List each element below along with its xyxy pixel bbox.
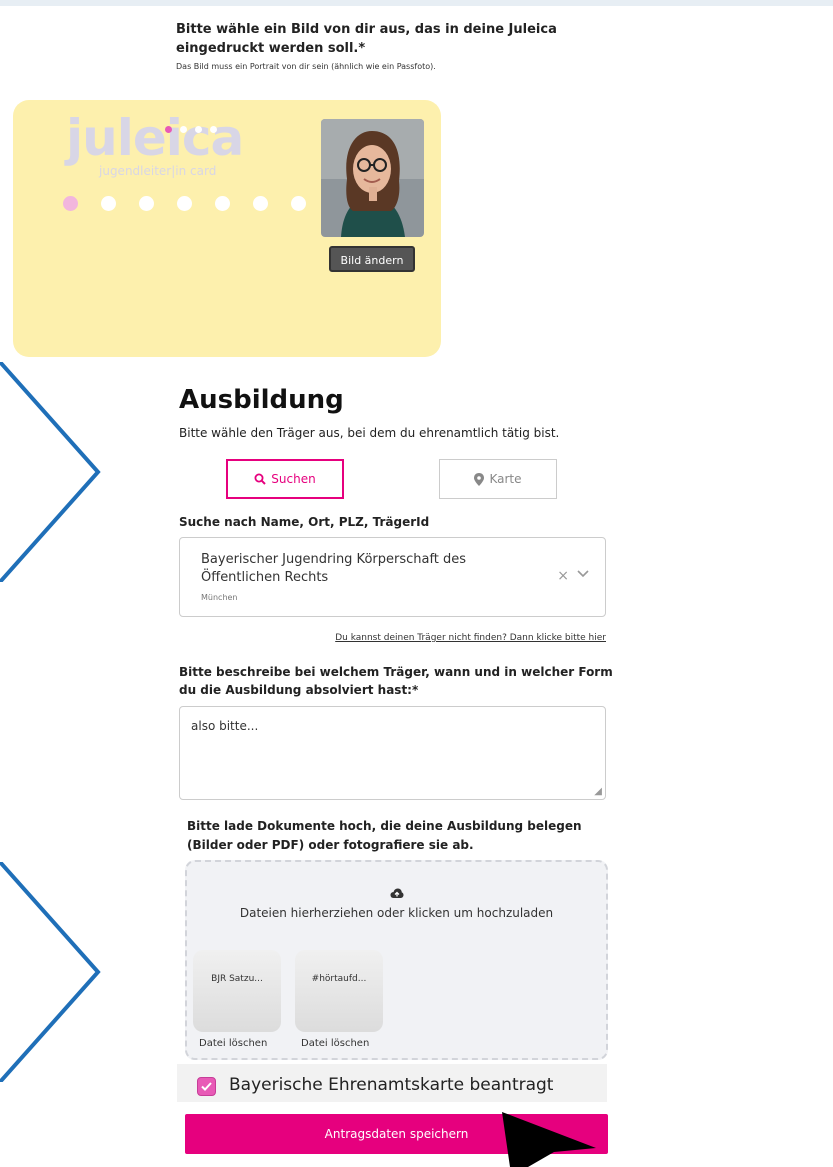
tab-map-label: Karte [489, 472, 522, 486]
uploaded-file-thumb[interactable]: BJR Satzu... [193, 950, 281, 1032]
section-title: Ausbildung [179, 385, 344, 415]
portrait-photo [321, 119, 424, 237]
juleica-logo-subtitle: jugendleiter|in card [99, 164, 217, 178]
photo-label: Bitte wähle ein Bild von dir aus, das in… [176, 22, 557, 56]
upload-label: Bitte lade Dokumente hoch, die deine Aus… [187, 819, 582, 852]
describe-textarea[interactable]: also bitte... ◢ [179, 706, 606, 800]
organization-select[interactable]: Bayerischer Jugendring Körperschaft des … [179, 537, 606, 617]
select-controls: × [557, 568, 589, 584]
chevron-decoration-bottom [0, 862, 101, 1082]
tab-search[interactable]: Suchen [226, 459, 344, 499]
chevron-decoration-top [0, 362, 101, 582]
search-icon [254, 473, 266, 485]
card-dots [63, 196, 329, 215]
change-photo-button[interactable]: Bild ändern [329, 246, 415, 272]
check-icon [201, 1082, 212, 1091]
delete-file-button[interactable]: Datei löschen [301, 1038, 369, 1049]
logo-dots [165, 118, 225, 137]
tab-search-label: Suchen [271, 472, 316, 486]
describe-textarea-value: also bitte... [191, 719, 259, 733]
describe-label: Bitte beschreibe bei welchem Träger, wan… [179, 665, 613, 697]
selected-organization: Bayerischer Jugendring Körperschaft des … [201, 552, 467, 585]
org-not-found-link[interactable]: Du kannst deinen Träger nicht finden? Da… [335, 633, 606, 643]
upload-dropzone[interactable]: Dateien hierherziehen oder klicken um ho… [185, 860, 608, 1060]
tab-map[interactable]: Karte [439, 459, 557, 499]
selected-organization-city: München [201, 593, 238, 602]
uploaded-file-thumb[interactable]: #hörtaufd... [295, 950, 383, 1032]
photo-hint: Das Bild muss ein Portrait von dir sein … [176, 62, 436, 71]
section-description: Bitte wähle den Träger aus, bei dem du e… [179, 426, 560, 440]
resize-grip-icon[interactable]: ◢ [594, 786, 602, 797]
delete-file-button[interactable]: Datei löschen [199, 1038, 267, 1049]
juleica-card-preview: juleica jugendleiter|in card Bild ändern [13, 100, 441, 357]
file-name: #hörtaufd... [311, 974, 367, 984]
search-label: Suche nach Name, Ort, PLZ, TrägerId [179, 515, 430, 529]
clear-icon[interactable]: × [557, 568, 569, 584]
ehrenamt-checkbox[interactable] [197, 1077, 216, 1096]
file-name: BJR Satzu... [211, 974, 263, 984]
mouse-cursor-icon [502, 1112, 596, 1167]
ehrenamt-checkbox-label: Bayerische Ehrenamtskarte beantragt [229, 1075, 554, 1095]
top-bar [0, 0, 833, 6]
cloud-upload-icon [187, 884, 606, 903]
chevron-down-icon[interactable] [577, 568, 589, 580]
ehrenamt-checkbox-row[interactable]: Bayerische Ehrenamtskarte beantragt [177, 1064, 607, 1102]
map-marker-icon [474, 472, 485, 486]
dropzone-text: Dateien hierherziehen oder klicken um ho… [239, 906, 554, 920]
